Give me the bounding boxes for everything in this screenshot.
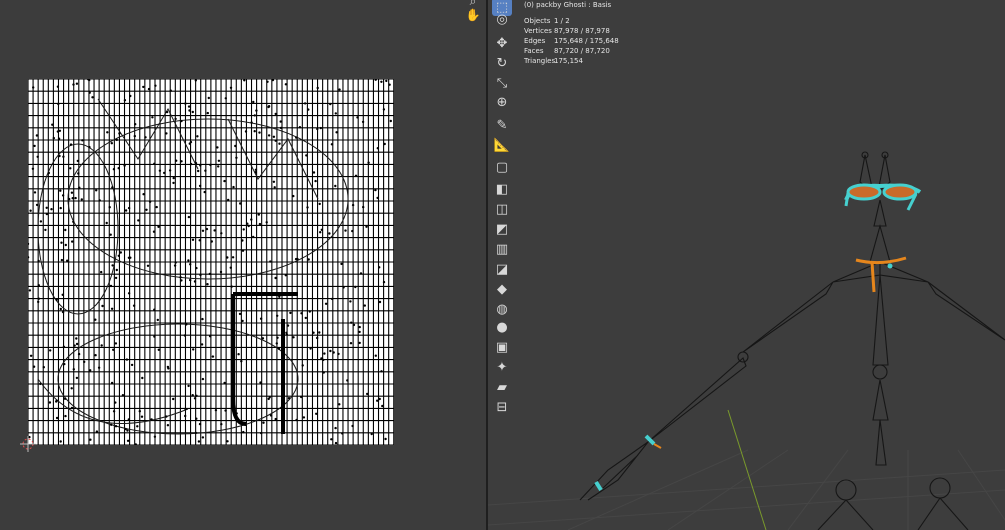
- bone-shoulder-right: [879, 261, 929, 283]
- uv-navigation-gizmo: ⌕ ✋: [463, 0, 485, 30]
- uv-editor[interactable]: ⌕ ✋: [0, 0, 486, 530]
- uv-grid-svg: [28, 79, 394, 445]
- stat-value: 87,720 / 87,720: [554, 47, 610, 55]
- annotate-tool[interactable]: ✎: [492, 116, 512, 134]
- bevel-tool[interactable]: ◩: [492, 220, 512, 238]
- zoom-icon[interactable]: ⌕: [463, 0, 483, 8]
- add-cube-tool[interactable]: ▢: [492, 158, 512, 176]
- spin-tool[interactable]: ◍: [492, 300, 512, 318]
- bone: [873, 199, 887, 227]
- hand-pan-icon[interactable]: ✋: [463, 8, 483, 22]
- elbow-joint: [737, 351, 749, 363]
- bone-forearm-left: [647, 357, 747, 443]
- loop-cut-tool[interactable]: ▥: [492, 240, 512, 258]
- object-title: (0) packby Ghosti : Basis: [524, 1, 612, 9]
- y-axis-line: [727, 409, 767, 530]
- leg-joint: [929, 477, 951, 499]
- edge-slide-tool[interactable]: ▣: [492, 338, 512, 356]
- hand-accent: [653, 443, 662, 449]
- hip-joint: [872, 364, 888, 380]
- smooth-tool[interactable]: ●: [492, 318, 512, 336]
- poly-build-tool[interactable]: ◆: [492, 280, 512, 298]
- transform-tool[interactable]: ⊕: [492, 93, 512, 111]
- stat-label: Objects: [524, 17, 551, 25]
- bone: [869, 223, 891, 263]
- 2d-cursor-icon[interactable]: [20, 436, 36, 452]
- armature: [579, 151, 1005, 530]
- floor-grid: [488, 449, 1005, 530]
- shear-tool[interactable]: ▰: [492, 378, 512, 396]
- bone-upper-arm-left: [742, 281, 834, 353]
- stat-label: Edges: [524, 37, 546, 45]
- bone-pelvis: [872, 379, 889, 421]
- glasses-object[interactable]: [844, 183, 922, 211]
- rotate-tool[interactable]: ↻: [492, 54, 512, 72]
- bone-lower: [875, 419, 887, 466]
- stat-value: 175,648 / 175,648: [554, 37, 619, 45]
- stat-value: 1 / 2: [554, 17, 570, 25]
- stat-value: 175,154: [554, 57, 583, 65]
- leg-joint: [835, 479, 857, 501]
- move-tool[interactable]: ✥: [492, 34, 512, 52]
- stat-value: 87,978 / 87,978: [554, 27, 610, 35]
- scale-tool[interactable]: ⤡: [492, 74, 512, 92]
- shrink-fatten-tool[interactable]: ✦: [492, 358, 512, 376]
- bone-leg-right: [917, 497, 969, 530]
- bone-upper-arm-right: [927, 281, 1005, 341]
- stat-label: Vertices: [524, 27, 552, 35]
- rip-region-tool[interactable]: ⊟: [492, 398, 512, 416]
- bone-leg-left: [817, 499, 874, 530]
- inset-faces-tool[interactable]: ◫: [492, 200, 512, 218]
- knife-tool[interactable]: ◪: [492, 260, 512, 278]
- stat-label: Faces: [524, 47, 544, 55]
- cursor-tool[interactable]: ◎: [492, 10, 512, 28]
- 3d-viewport[interactable]: ⬚ ◎ ✥ ↻ ⤡ ⊕ ✎ 📐 ▢ ◧ ◫ ◩ ▥ ◪ ◆ ◍ ● ▣ ✦ ▰ ⊟ (0) packby Ghosti …: [488, 0, 1005, 530]
- uv-grid-canvas[interactable]: [28, 79, 394, 445]
- extrude-region-tool[interactable]: ◧: [492, 180, 512, 198]
- tool-shelf: ⬚ ◎ ✥ ↻ ⤡ ⊕ ✎ 📐 ▢ ◧ ◫ ◩ ▥ ◪ ◆ ◍ ● ▣ ✦ ▰ ⊟: [488, 0, 516, 420]
- measure-tool[interactable]: 📐: [492, 136, 512, 154]
- viewport-scene: [488, 151, 1005, 530]
- stat-label: Triangles: [524, 57, 556, 65]
- bone-hand-fingers: [579, 441, 649, 501]
